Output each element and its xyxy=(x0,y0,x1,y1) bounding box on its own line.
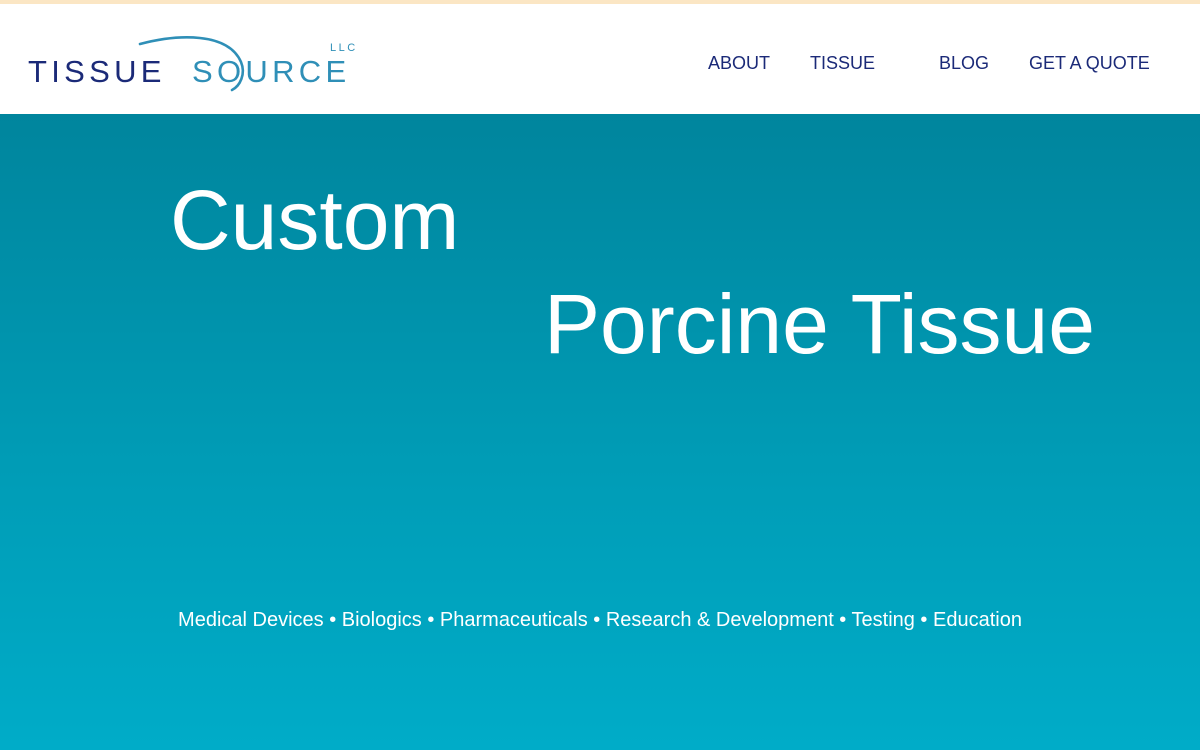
nav-item-get-a-quote[interactable]: GET A QUOTE xyxy=(1029,48,1150,78)
hero-banner: Custom Porcine Tissue Medical Devices • … xyxy=(0,114,1200,750)
hero-title-line-2: Porcine Tissue xyxy=(544,277,1095,371)
hero-title-line-1: Custom xyxy=(170,173,460,267)
nav-item-tissue[interactable]: TISSUE xyxy=(810,48,875,78)
main-nav: ABOUT TISSUE BLOG GET A QUOTE xyxy=(0,48,1200,78)
hero-tagline: Medical Devices • Biologics • Pharmaceut… xyxy=(178,609,1022,631)
site-header: TISSUE SOURCE LLC ABOUT TISSUE BLOG GET … xyxy=(0,4,1200,114)
nav-item-about[interactable]: ABOUT xyxy=(708,48,770,78)
nav-item-blog[interactable]: BLOG xyxy=(939,48,989,78)
